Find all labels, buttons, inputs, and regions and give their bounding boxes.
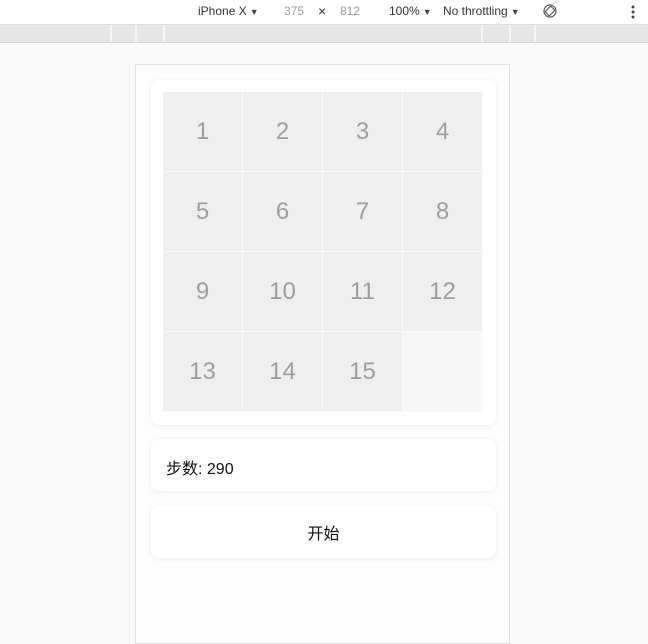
throttling-select[interactable]: No throttling ▼	[443, 4, 520, 18]
puzzle-board: 1 2 3 4 5 6 7 8 9 10 11 12 13 14 15	[163, 92, 483, 412]
height-input[interactable]: 812	[340, 4, 360, 18]
device-name: iPhone X	[198, 4, 247, 18]
rotate-icon[interactable]	[543, 4, 557, 18]
width-input[interactable]: 375	[284, 4, 304, 18]
throttling-value: No throttling	[443, 4, 508, 18]
puzzle-card: 1 2 3 4 5 6 7 8 9 10 11 12 13 14 15	[151, 80, 496, 425]
puzzle-tile[interactable]: 2	[243, 92, 323, 172]
steps-value: 290	[206, 461, 234, 478]
puzzle-tile[interactable]: 1	[163, 92, 243, 172]
puzzle-tile[interactable]: 3	[323, 92, 403, 172]
puzzle-tile[interactable]: 4	[403, 92, 483, 172]
media-query-marker	[534, 25, 536, 42]
media-query-bar[interactable]	[0, 25, 648, 43]
steps-label: 步数:	[166, 461, 203, 478]
puzzle-tile[interactable]: 13	[163, 332, 243, 412]
media-query-marker	[110, 25, 112, 42]
more-vertical-icon[interactable]	[628, 3, 638, 21]
steps-display: 步数: 290	[166, 455, 234, 479]
media-query-marker	[135, 25, 137, 42]
puzzle-tile[interactable]: 9	[163, 252, 243, 332]
device-viewport: 1 2 3 4 5 6 7 8 9 10 11 12 13 14 15 步数: 290 开始	[135, 64, 510, 644]
puzzle-tile[interactable]: 7	[323, 172, 403, 252]
steps-card: 步数: 290	[151, 439, 496, 491]
devtools-toolbar: iPhone X ▼ 375 × 812 100% ▼ No throttling ▼	[0, 0, 648, 25]
puzzle-tile[interactable]: 14	[243, 332, 323, 412]
puzzle-tile[interactable]: 5	[163, 172, 243, 252]
media-query-marker	[481, 25, 483, 42]
puzzle-tile[interactable]: 6	[243, 172, 323, 252]
puzzle-tile[interactable]: 15	[323, 332, 403, 412]
chevron-down-icon: ▼	[422, 7, 432, 17]
media-query-marker	[509, 25, 511, 42]
start-button[interactable]: 开始	[151, 506, 496, 558]
zoom-value: 100%	[389, 4, 420, 18]
device-select[interactable]: iPhone X ▼	[198, 4, 259, 18]
chevron-down-icon: ▼	[249, 7, 259, 17]
media-query-marker	[163, 25, 165, 42]
puzzle-tile[interactable]: 8	[403, 172, 483, 252]
puzzle-tile[interactable]: 11	[323, 252, 403, 332]
dimension-separator: ×	[318, 3, 327, 19]
empty-tile	[403, 332, 483, 412]
puzzle-tile[interactable]: 10	[243, 252, 323, 332]
zoom-select[interactable]: 100% ▼	[389, 4, 432, 18]
puzzle-tile[interactable]: 12	[403, 252, 483, 332]
chevron-down-icon: ▼	[510, 7, 520, 17]
